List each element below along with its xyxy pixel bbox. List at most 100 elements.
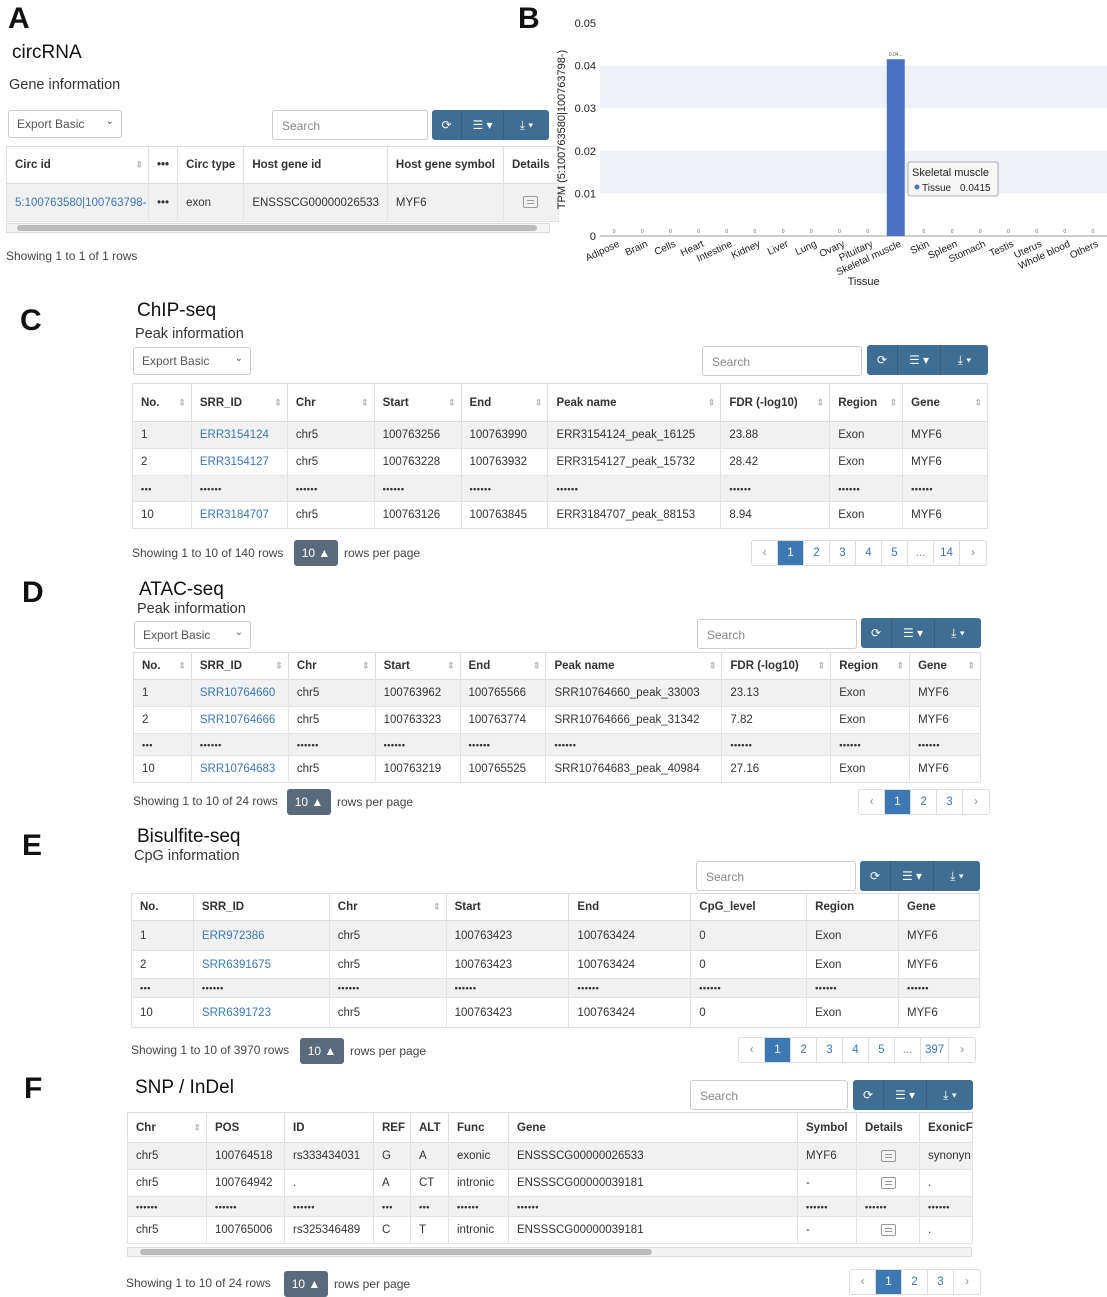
srr-id-link[interactable]: ERR3154124 [200, 429, 269, 441]
page-button[interactable]: 14 [934, 541, 960, 565]
column-header[interactable]: ID [284, 1112, 374, 1143]
details-cell[interactable] [856, 1142, 920, 1170]
table-cell[interactable]: 5:100763580|100763798- [6, 183, 149, 222]
column-header[interactable]: REF [373, 1112, 411, 1143]
srr-id-link[interactable]: SRR6391723 [202, 1007, 271, 1019]
page-button[interactable]: 4 [856, 541, 882, 565]
page-button[interactable]: 1 [876, 1270, 902, 1294]
horizontal-scrollbar[interactable] [127, 1247, 972, 1257]
sort-icon[interactable]: ⇕ [447, 661, 455, 672]
columns-icon[interactable]: ☰ ▾ [891, 861, 934, 891]
table-cell[interactable]: SRR6391723 [192, 997, 330, 1028]
srr-id-link[interactable]: ERR3154127 [200, 456, 269, 468]
column-header[interactable]: Circ id ⇕ [6, 146, 149, 184]
page-button[interactable]: 3 [928, 1270, 954, 1294]
next-page-button[interactable]: › [949, 1038, 976, 1062]
prev-page-button[interactable]: ‹ [739, 1038, 765, 1062]
table-cell[interactable]: ERR3154127 [190, 448, 288, 476]
column-header[interactable]: SRR_ID ⇕ [190, 652, 289, 680]
column-header[interactable]: ••• [147, 146, 179, 184]
page-button[interactable]: 2 [791, 1038, 817, 1062]
sort-icon[interactable]: ⇕ [274, 397, 282, 408]
export-select[interactable]: Export Basic ⌄ [134, 621, 251, 649]
details-icon[interactable] [523, 196, 539, 209]
sort-icon[interactable]: ⇕ [708, 397, 716, 408]
details-cell[interactable] [856, 1216, 920, 1244]
search-input[interactable]: Search [690, 1080, 848, 1110]
column-header[interactable]: No. ⇕ [132, 383, 192, 422]
horizontal-scrollbar[interactable] [6, 223, 550, 233]
prev-page-button[interactable]: ‹ [850, 1270, 876, 1294]
sort-icon[interactable]: ⇕ [967, 661, 975, 672]
column-header[interactable]: ExonicF [919, 1112, 973, 1143]
page-button[interactable]: 2 [902, 1270, 928, 1294]
page-button[interactable]: 397 [921, 1038, 950, 1062]
column-header[interactable]: Region ⇕ [829, 383, 904, 422]
column-header[interactable]: FDR (-log10) ⇕ [721, 652, 832, 680]
download-icon[interactable]: ⤓ ▾ [935, 618, 981, 648]
column-header[interactable]: Circ type [177, 146, 245, 184]
sort-icon[interactable]: ⇕ [533, 661, 541, 672]
columns-icon[interactable]: ☰ ▾ [884, 1080, 927, 1110]
column-header[interactable]: No. [131, 893, 194, 921]
column-header[interactable]: Gene [898, 893, 980, 921]
column-header[interactable]: End ⇕ [459, 652, 547, 680]
table-cell[interactable]: ERR3154124 [190, 421, 288, 449]
srr-id-link[interactable]: ERR972386 [202, 930, 265, 942]
column-header[interactable]: FDR (-log10) ⇕ [720, 383, 831, 422]
refresh-icon[interactable]: ⟳ [861, 618, 892, 648]
rows-per-page-button[interactable]: 10 ▲ [294, 540, 338, 566]
column-header[interactable]: Chr ⇕ [286, 383, 375, 422]
refresh-icon[interactable]: ⟳ [867, 345, 898, 375]
column-header[interactable]: POS [206, 1112, 285, 1143]
sort-icon[interactable]: ⇕ [433, 902, 441, 913]
column-header[interactable]: Func [448, 1112, 509, 1143]
column-header[interactable]: ALT [410, 1112, 449, 1143]
sort-icon[interactable]: ⇕ [818, 661, 826, 672]
page-button[interactable]: 4 [843, 1038, 869, 1062]
column-header[interactable]: Host gene id [243, 146, 388, 184]
prev-page-button[interactable]: ‹ [752, 541, 778, 565]
circ-id-link[interactable]: 5:100763580|100763798- [15, 197, 147, 209]
search-input[interactable]: Search [702, 346, 862, 376]
column-header[interactable]: No. ⇕ [133, 652, 192, 680]
download-icon[interactable]: ⤓ ▾ [934, 861, 980, 891]
column-header[interactable]: Chr ⇕ [328, 893, 447, 921]
column-header[interactable]: End [568, 893, 692, 921]
details-icon[interactable] [880, 1149, 896, 1162]
column-header[interactable]: Chr ⇕ [287, 652, 376, 680]
next-page-button[interactable]: › [954, 1270, 980, 1294]
column-header[interactable]: Peak name ⇕ [547, 383, 722, 422]
column-header[interactable]: End ⇕ [460, 383, 549, 422]
srr-id-link[interactable]: SRR10764683 [200, 763, 275, 775]
sort-icon[interactable]: ⇕ [897, 661, 905, 672]
columns-icon[interactable]: ☰ ▾ [898, 345, 941, 375]
search-input[interactable]: Search [272, 110, 428, 140]
table-cell[interactable]: SRR6391675 [192, 950, 330, 979]
columns-icon[interactable]: ☰ ▾ [462, 110, 504, 140]
column-header[interactable]: Start [445, 893, 570, 921]
next-page-button[interactable]: › [963, 790, 989, 814]
table-cell[interactable]: ERR972386 [192, 920, 330, 951]
refresh-icon[interactable]: ⟳ [860, 861, 891, 891]
page-button[interactable]: 5 [882, 541, 908, 565]
table-cell[interactable]: SRR10764666 [190, 706, 289, 734]
export-select[interactable]: Export Basic ⌄ [8, 110, 122, 138]
next-page-button[interactable]: › [960, 541, 986, 565]
rows-per-page-button[interactable]: 10 ▲ [300, 1038, 344, 1064]
column-header[interactable]: Start ⇕ [374, 652, 461, 680]
page-button[interactable]: 2 [911, 790, 937, 814]
page-button[interactable]: 1 [885, 790, 911, 814]
sort-icon[interactable]: ⇕ [361, 397, 369, 408]
refresh-icon[interactable]: ⟳ [853, 1080, 884, 1110]
table-cell[interactable]: ERR3184707 [190, 501, 288, 529]
refresh-icon[interactable]: ⟳ [432, 110, 462, 140]
search-input[interactable]: Search [696, 861, 856, 891]
details-icon[interactable] [880, 1176, 896, 1189]
column-header[interactable]: Details [502, 146, 559, 184]
sort-icon[interactable]: ⇕ [448, 397, 456, 408]
column-header[interactable]: Region ⇕ [830, 652, 911, 680]
details-icon[interactable] [880, 1223, 896, 1236]
rows-per-page-button[interactable]: 10 ▲ [284, 1271, 328, 1297]
page-button[interactable]: 1 [778, 541, 804, 565]
